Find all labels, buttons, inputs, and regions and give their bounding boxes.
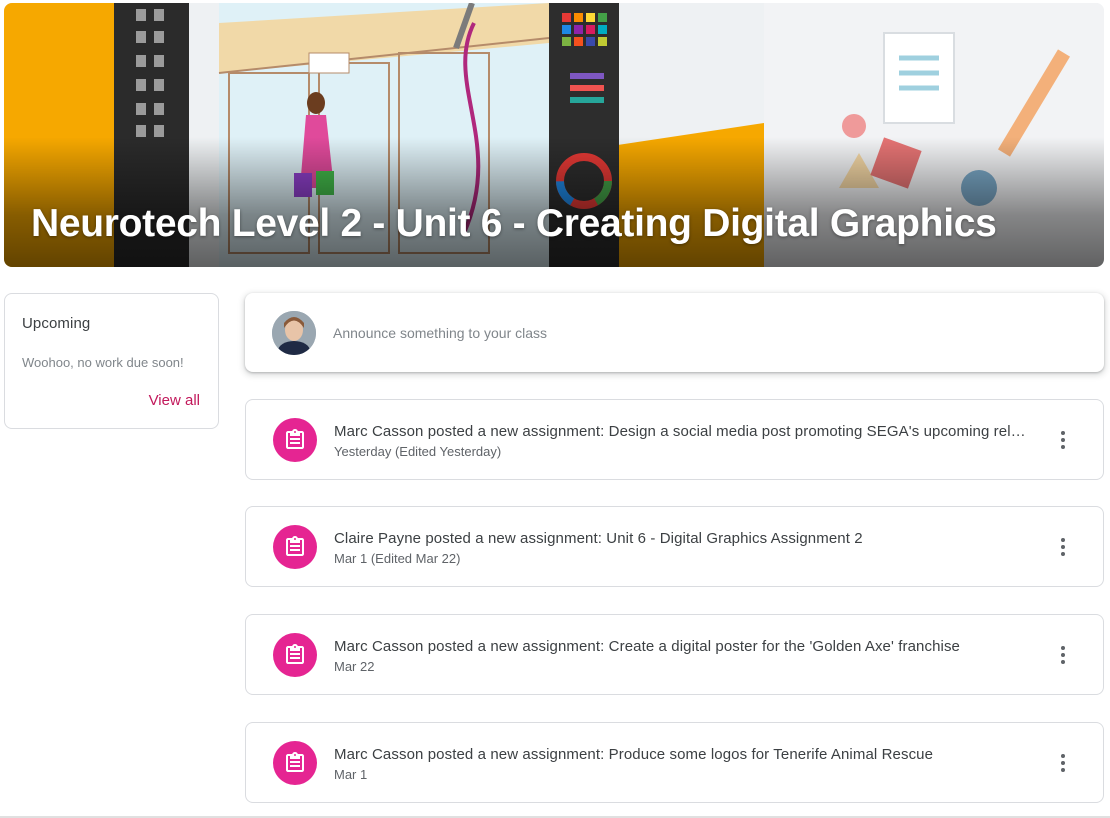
class-title: Neurotech Level 2 - Unit 6 - Creating Di… [31,202,997,245]
stream-item-assignment[interactable]: Marc Casson posted a new assignment: Pro… [245,722,1104,803]
upcoming-title: Upcoming [22,315,91,332]
stream-item-date: Mar 1 [334,767,368,782]
more-vert-icon [1061,646,1065,664]
user-photo-icon [272,311,316,355]
stream-item-assignment[interactable]: Marc Casson posted a new assignment: Des… [245,399,1104,480]
more-options-button[interactable] [1047,747,1079,779]
view-all-link[interactable]: View all [149,392,200,409]
stream-item-date: Mar 22 [334,659,375,674]
assignment-icon [273,525,317,569]
assignment-icon [273,418,317,462]
class-banner: Neurotech Level 2 - Unit 6 - Creating Di… [4,3,1104,267]
assignment-icon [273,741,317,785]
more-vert-icon [1061,431,1065,449]
announce-placeholder: Announce something to your class [333,325,548,341]
announce-box[interactable]: Announce something to your class [245,293,1104,372]
stream-item-title: Marc Casson posted a new assignment: Pro… [334,746,934,763]
stream-item-assignment[interactable]: Claire Payne posted a new assignment: Un… [245,506,1104,587]
avatar [272,311,316,355]
upcoming-card: Upcoming Woohoo, no work due soon! View … [4,293,219,429]
more-options-button[interactable] [1047,424,1079,456]
stream-item-date: Mar 1 (Edited Mar 22) [334,551,461,566]
stream-item-title: Marc Casson posted a new assignment: Cre… [334,638,960,655]
stream-item-date: Yesterday (Edited Yesterday) [334,444,502,459]
more-vert-icon [1061,754,1065,772]
more-vert-icon [1061,538,1065,556]
stream-item-assignment[interactable]: Marc Casson posted a new assignment: Cre… [245,614,1104,695]
stream-item-title: Marc Casson posted a new assignment: Des… [334,423,1034,440]
more-options-button[interactable] [1047,639,1079,671]
upcoming-empty-message: Woohoo, no work due soon! [22,355,184,370]
stream-item-title: Claire Payne posted a new assignment: Un… [334,530,863,547]
more-options-button[interactable] [1047,531,1079,563]
assignment-icon [273,633,317,677]
